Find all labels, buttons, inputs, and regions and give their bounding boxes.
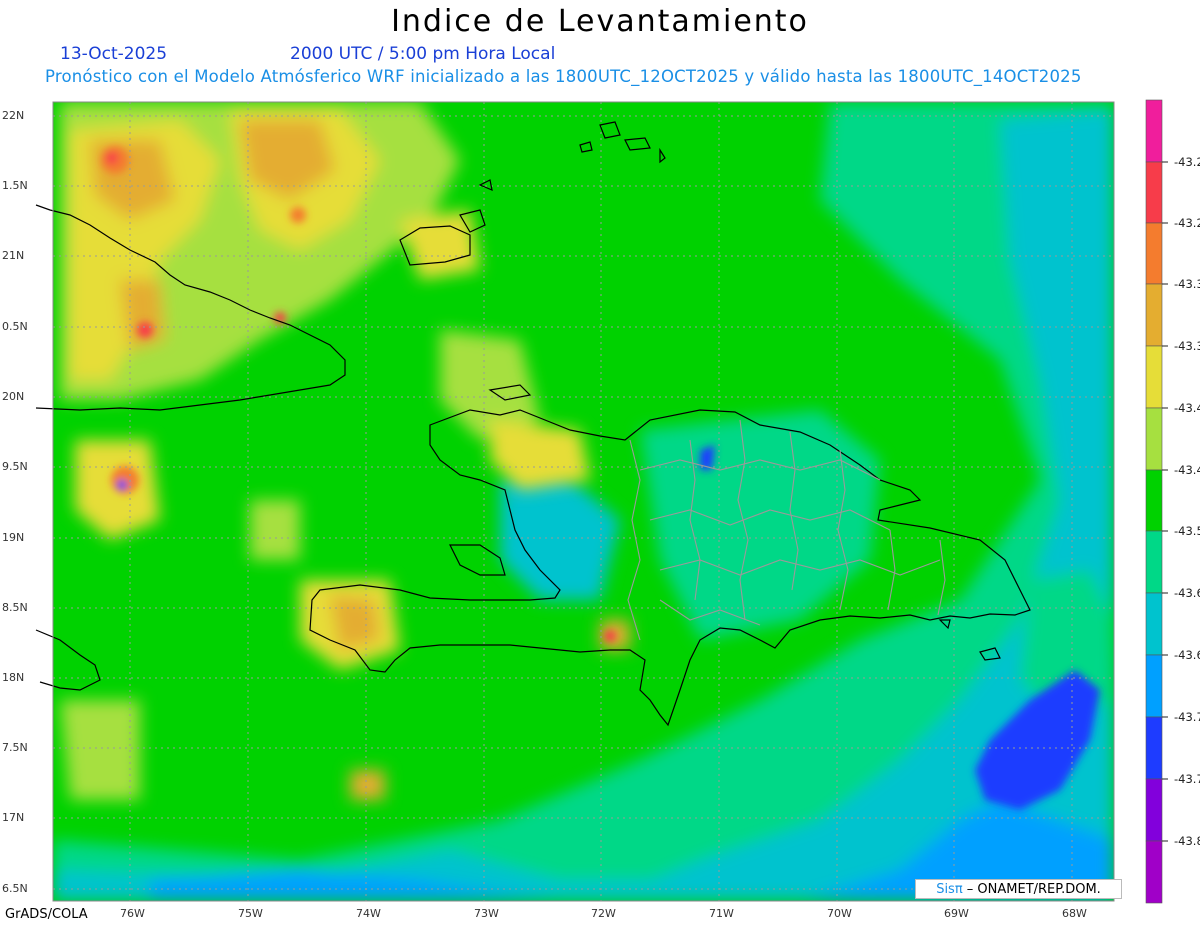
lat-label: 19N bbox=[2, 531, 25, 544]
lifted-index-field bbox=[53, 102, 1114, 901]
lon-label: 73W bbox=[474, 907, 499, 920]
lat-label: 20N bbox=[2, 390, 25, 403]
colorbar-segment bbox=[1145, 283, 1163, 347]
colorbar-label: -43.4 bbox=[1174, 401, 1200, 415]
software-credit: GrADS/COLA bbox=[5, 907, 88, 922]
lon-label: 75W bbox=[238, 907, 263, 920]
colorbar-label: -43.7 bbox=[1174, 710, 1200, 724]
colorbar-label: -43.3 bbox=[1174, 339, 1200, 353]
colorbar-label: -43.8 bbox=[1174, 834, 1200, 848]
lon-label: 74W bbox=[356, 907, 381, 920]
credit-text: – ONAMET/REP.DOM. bbox=[962, 882, 1101, 897]
colorbar-segment bbox=[1145, 345, 1163, 409]
colorbar-label: -43.6 bbox=[1174, 586, 1200, 600]
colorbar-label: -43.3 bbox=[1174, 277, 1200, 291]
colorbar-segment bbox=[1145, 99, 1163, 163]
lat-label: 18N bbox=[2, 671, 25, 684]
forecast-time: 2000 UTC / 5:00 pm Hora Local bbox=[290, 44, 556, 64]
colorbar-label: -43.2 bbox=[1174, 155, 1200, 169]
colorbar-segment bbox=[1145, 222, 1163, 285]
forecast-description: Pronóstico con el Modelo Atmósferico WRF… bbox=[45, 67, 1082, 86]
lat-label: 0.5N bbox=[2, 320, 28, 333]
sis-logo-text: Sisπ bbox=[936, 882, 963, 897]
colorbar-label: -43.2 bbox=[1174, 216, 1200, 230]
colorbar-segment bbox=[1145, 161, 1163, 224]
colorbar-label: -43.4 bbox=[1174, 463, 1200, 477]
colorbar-segment bbox=[1145, 840, 1163, 904]
lon-label: 70W bbox=[827, 907, 852, 920]
colorbar-segment bbox=[1145, 592, 1163, 656]
lat-label: 22N bbox=[2, 109, 25, 122]
lat-label: 1.5N bbox=[2, 179, 28, 192]
lat-label: 6.5N bbox=[2, 882, 28, 895]
lon-label: 72W bbox=[591, 907, 616, 920]
lon-label: 69W bbox=[944, 907, 969, 920]
map-title: Indice de Levantamiento bbox=[391, 4, 809, 39]
colorbar-segment bbox=[1145, 778, 1163, 842]
lon-label: 76W bbox=[120, 907, 145, 920]
colorbar-segment bbox=[1145, 530, 1163, 594]
colorbar-label: -43.7 bbox=[1174, 772, 1200, 786]
colorbar-label: -43.5 bbox=[1174, 524, 1200, 538]
lon-label: 71W bbox=[709, 907, 734, 920]
colorbar bbox=[1145, 99, 1163, 904]
colorbar-label: -43.6 bbox=[1174, 648, 1200, 662]
forecast-date: 13-Oct-2025 bbox=[60, 44, 168, 64]
lon-label: 68W bbox=[1062, 907, 1087, 920]
forecast-map bbox=[35, 99, 1168, 904]
colorbar-segment bbox=[1145, 654, 1163, 718]
colorbar-segment bbox=[1145, 469, 1163, 532]
colorbar-segment bbox=[1145, 407, 1163, 471]
credit-badge: Sisπ – ONAMET/REP.DOM. bbox=[915, 879, 1122, 899]
lat-label: 7.5N bbox=[2, 741, 28, 754]
lat-label: 21N bbox=[2, 249, 25, 262]
lat-label: 17N bbox=[2, 811, 25, 824]
colorbar-ticks bbox=[1162, 161, 1168, 842]
colorbar-segment bbox=[1145, 716, 1163, 780]
lat-label: 9.5N bbox=[2, 460, 28, 473]
lat-label: 8.5N bbox=[2, 601, 28, 614]
